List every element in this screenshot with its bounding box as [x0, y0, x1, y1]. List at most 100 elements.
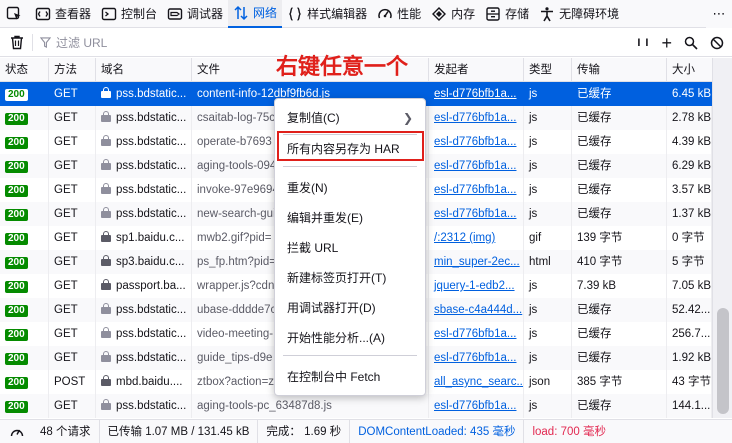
- initiator-link[interactable]: esl-d776bfb1a...: [434, 136, 516, 148]
- tab-performance[interactable]: 性能: [372, 0, 426, 28]
- file-text: invoke-97e9694: [197, 184, 279, 196]
- domain-text: pss.bdstatic...: [116, 88, 187, 100]
- network-icon: [234, 5, 248, 20]
- initiator-link[interactable]: min_super-2ec...: [434, 256, 520, 268]
- chevron-right-icon: ❯: [402, 111, 413, 125]
- more-tools-button[interactable]: ⋯: [706, 0, 732, 28]
- cell-method: GET: [49, 202, 96, 226]
- initiator-link[interactable]: esl-d776bfb1a...: [434, 208, 516, 220]
- initiator-link[interactable]: jquery-1-edb2...: [434, 280, 515, 292]
- transfer-text: 已缓存: [577, 304, 612, 316]
- method-text: GET: [54, 256, 78, 268]
- performance-analysis-icon[interactable]: [10, 425, 24, 439]
- cell-method: GET: [49, 394, 96, 418]
- element-picker-button[interactable]: [0, 0, 30, 28]
- cell-method: POST: [49, 370, 96, 394]
- transfer-text: 已缓存: [577, 88, 612, 100]
- vertical-scrollbar[interactable]: [712, 58, 732, 418]
- menu-item-label: 开始性能分析...(A): [287, 331, 385, 345]
- tab-network[interactable]: 网络: [228, 0, 283, 28]
- initiator-link[interactable]: esl-d776bfb1a...: [434, 400, 516, 412]
- column-header-initiator[interactable]: 发起者: [429, 58, 524, 82]
- initiator-link[interactable]: esl-d776bfb1a...: [434, 328, 516, 340]
- menu-item-open-in-new-tab[interactable]: 新建标签页打开(T): [275, 266, 425, 290]
- tab-inspector[interactable]: 查看器: [30, 0, 96, 28]
- type-text: js: [529, 184, 538, 196]
- initiator-link[interactable]: esl-d776bfb1a...: [434, 160, 516, 172]
- initiator-link[interactable]: sbase-c4a444d...: [434, 304, 522, 316]
- file-text: ubase-dddde7c: [197, 304, 277, 316]
- initiator-link[interactable]: all_async_searc...: [434, 376, 523, 388]
- table-row[interactable]: 200 GET pss.bdstatic... aging-tools-pc_6348…: [0, 394, 712, 418]
- tab-debugger[interactable]: 调试器: [162, 0, 228, 28]
- cell-initiator: esl-d776bfb1a...: [429, 322, 524, 346]
- column-header-size[interactable]: 大小: [667, 58, 712, 82]
- type-text: js: [529, 88, 538, 100]
- tab-memory[interactable]: 内存: [426, 0, 480, 28]
- search-icon[interactable]: [684, 36, 698, 50]
- initiator-link[interactable]: esl-d776bfb1a...: [434, 88, 516, 100]
- cell-method: GET: [49, 154, 96, 178]
- cell-transfer: 已缓存: [572, 106, 667, 130]
- column-header-transfer[interactable]: 传输: [572, 58, 667, 82]
- cell-size: 0 字节: [667, 226, 712, 250]
- size-text: 6.45 kB: [672, 88, 711, 100]
- cell-initiator: esl-d776bfb1a...: [429, 106, 524, 130]
- menu-item-start-performance-analysis[interactable]: 开始性能分析...(A): [275, 326, 425, 350]
- tab-accessibility[interactable]: 无障碍环境: [534, 0, 624, 28]
- tab-label: 存储: [505, 7, 530, 21]
- initiator-link[interactable]: esl-d776bfb1a...: [434, 352, 516, 364]
- block-icon[interactable]: [710, 36, 724, 50]
- cell-type: gif: [524, 226, 572, 250]
- cell-domain: pss.bdstatic...: [96, 178, 192, 202]
- column-header-status[interactable]: 状态: [0, 58, 49, 82]
- tab-style-editor[interactable]: 样式编辑器: [282, 0, 372, 28]
- cell-domain: pss.bdstatic...: [96, 154, 192, 178]
- column-header-type[interactable]: 类型: [524, 58, 572, 82]
- cell-transfer: 7.39 kB: [572, 274, 667, 298]
- lock-icon: [101, 159, 111, 170]
- cell-type: js: [524, 106, 572, 130]
- column-header-domain[interactable]: 域名: [96, 58, 192, 82]
- initiator-link[interactable]: esl-d776bfb1a...: [434, 184, 516, 196]
- filter-separator: [32, 34, 33, 51]
- cell-transfer: 已缓存: [572, 298, 667, 322]
- initiator-link[interactable]: /:2312 (img): [434, 232, 495, 244]
- cell-domain: pss.bdstatic...: [96, 322, 192, 346]
- file-text: new-search-gui: [197, 208, 276, 220]
- cell-method: GET: [49, 178, 96, 202]
- domain-text: sp3.baidu.c...: [116, 256, 185, 268]
- domain-text: mbd.baidu....: [116, 376, 183, 388]
- cell-initiator: esl-d776bfb1a...: [429, 178, 524, 202]
- cell-size: 6.29 kB: [667, 154, 712, 178]
- tab-console[interactable]: 控制台: [96, 0, 162, 28]
- transfer-text: 已缓存: [577, 112, 612, 124]
- tab-storage[interactable]: 存储: [480, 0, 534, 28]
- cell-transfer: 已缓存: [572, 202, 667, 226]
- lock-icon: [101, 231, 111, 242]
- menu-item-open-in-debugger[interactable]: 用调试器打开(D): [275, 296, 425, 320]
- cell-size: 7.05 kB: [667, 274, 712, 298]
- initiator-link[interactable]: esl-d776bfb1a...: [434, 112, 516, 124]
- menu-item-resend[interactable]: 重发(N): [275, 176, 425, 200]
- cell-status: 200: [0, 154, 49, 178]
- filter-placeholder: 过滤 URL: [56, 36, 108, 50]
- status-badge: 200: [5, 161, 28, 173]
- cell-initiator: /:2312 (img): [429, 226, 524, 250]
- scrollbar-thumb[interactable]: [717, 308, 729, 414]
- add-icon[interactable]: +: [661, 34, 672, 52]
- column-header-method[interactable]: 方法: [49, 58, 96, 82]
- menu-item-edit-and-resend[interactable]: 编辑并重发(E): [275, 206, 425, 230]
- trash-icon[interactable]: [9, 34, 25, 50]
- size-text: 2.78 kB: [672, 112, 711, 124]
- status-badge: 200: [5, 233, 28, 245]
- file-text: guide_tips-d9e: [197, 352, 273, 364]
- menu-item-block-url[interactable]: 拦截 URL: [275, 236, 425, 260]
- cell-transfer: 已缓存: [572, 178, 667, 202]
- menu-item-copy-value[interactable]: 复制值(C) ❯: [275, 106, 425, 130]
- lock-icon: [101, 279, 111, 290]
- more-icon: ⋯: [712, 6, 726, 21]
- pause-icon[interactable]: I I: [637, 37, 649, 49]
- menu-item-fetch-in-console[interactable]: 在控制台中 Fetch: [275, 365, 425, 389]
- cell-domain: pss.bdstatic...: [96, 130, 192, 154]
